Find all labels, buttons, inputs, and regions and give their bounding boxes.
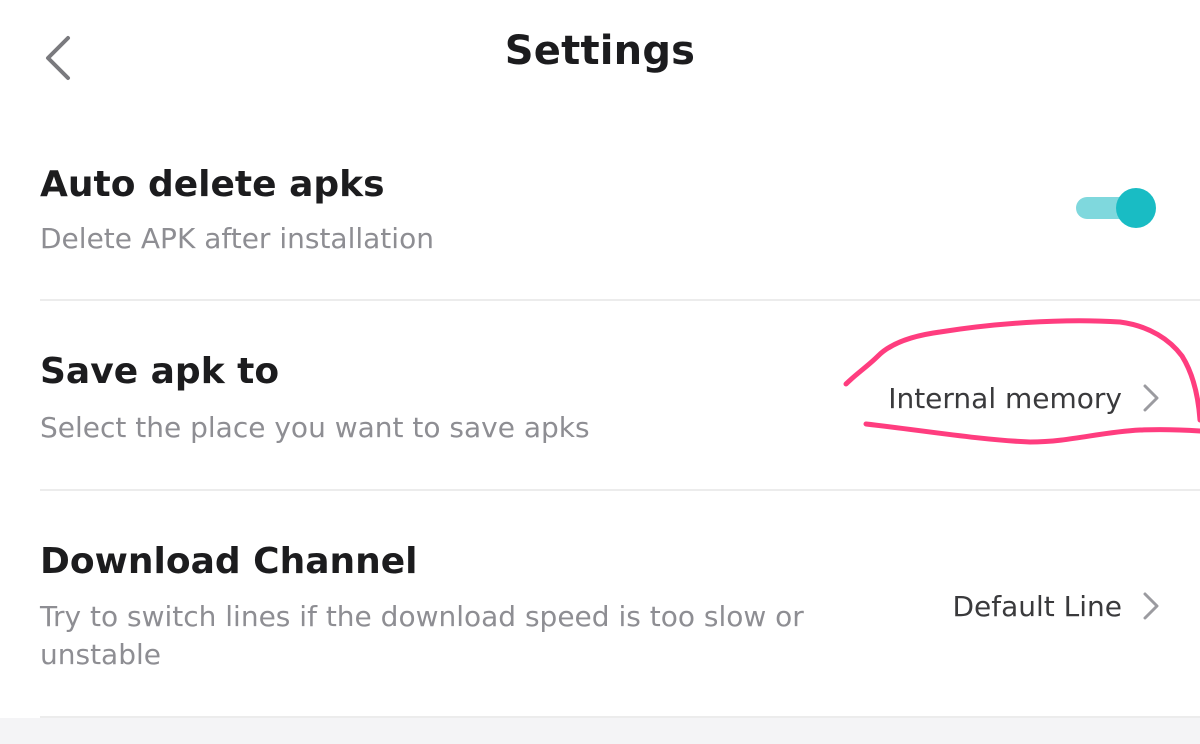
save-apk-value: Internal memory [888, 381, 1122, 415]
save-apk-subtitle: Select the place you want to save apks [40, 411, 590, 444]
settings-screen: Settings Auto delete apks Delete APK aft… [0, 0, 1200, 744]
auto-delete-toggle[interactable] [1076, 186, 1160, 230]
bottom-area [0, 718, 1200, 744]
download-channel-value: Default Line [952, 589, 1122, 623]
auto-delete-subtitle: Delete APK after installation [40, 222, 434, 255]
download-channel-title: Download Channel [40, 541, 418, 582]
header-bar: Settings [0, 0, 1200, 116]
save-apk-title: Save apk to [40, 351, 280, 392]
auto-delete-title: Auto delete apks [40, 164, 385, 205]
download-channel-subtitle: Try to switch lines if the download spee… [40, 600, 804, 671]
save-apk-value-link[interactable]: Internal memory [888, 378, 1160, 418]
download-channel-value-link[interactable]: Default Line [952, 586, 1160, 626]
page-title: Settings [504, 28, 696, 74]
setting-row-auto-delete: Auto delete apks Delete APK after instal… [40, 120, 1200, 300]
chevron-right-icon [1142, 591, 1160, 621]
toggle-knob [1116, 188, 1156, 228]
chevron-right-icon [1142, 383, 1160, 413]
